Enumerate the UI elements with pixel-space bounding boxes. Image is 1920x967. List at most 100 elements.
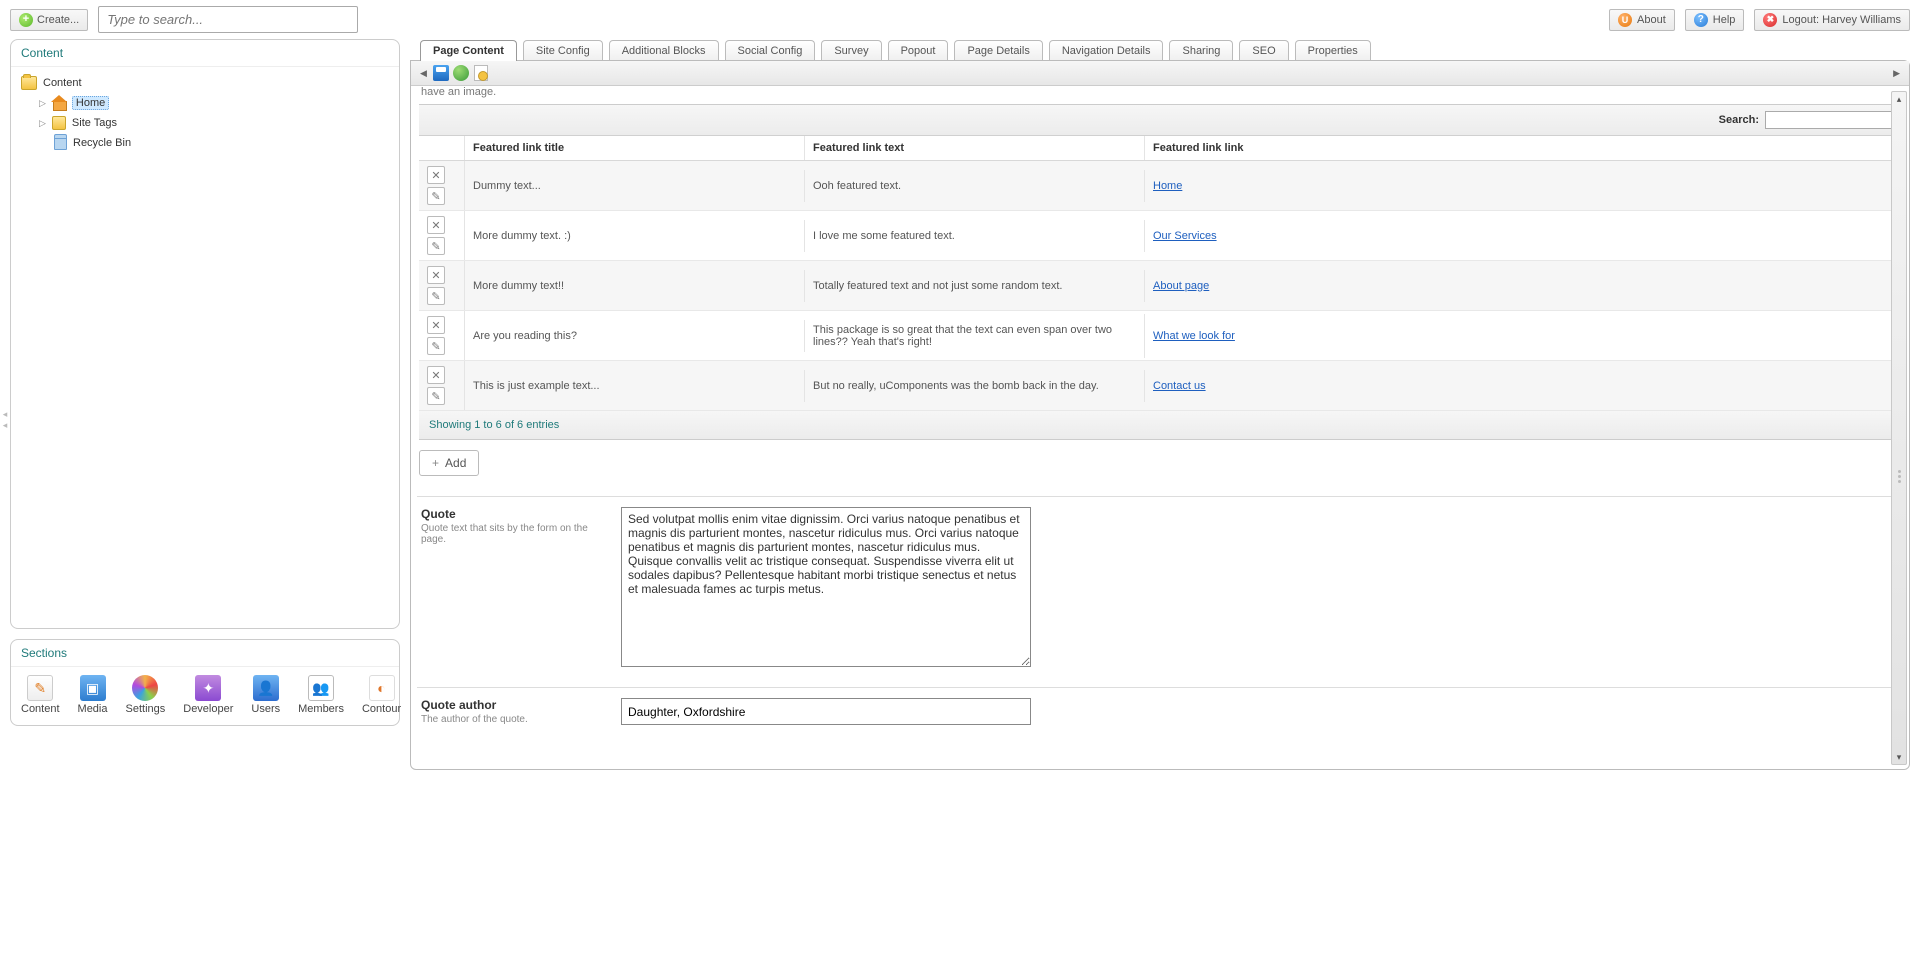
tag-icon: [52, 116, 66, 130]
panel-drag-handle[interactable]: [1889, 441, 1909, 511]
table-row: ✕ ✎ Are you reading this?This package is s…: [419, 311, 1901, 361]
panel-scrollbar[interactable]: ▴ ▾: [1891, 91, 1907, 765]
expand-icon[interactable]: ▷: [39, 118, 46, 129]
save-button[interactable]: [432, 64, 450, 82]
plus-icon: +: [432, 456, 439, 470]
tab-additional-blocks[interactable]: Additional Blocks: [609, 40, 719, 61]
preview-button[interactable]: [472, 64, 490, 82]
help-label: Help: [1713, 14, 1736, 26]
tree-item-sitetags[interactable]: ▷ Site Tags: [15, 113, 395, 133]
plus-icon: +: [19, 13, 33, 27]
tree-item-recyclebin[interactable]: Recycle Bin: [15, 133, 395, 153]
featured-links-grid: Search: Featured link title Featured lin…: [419, 104, 1901, 440]
help-icon: ?: [1694, 13, 1708, 27]
tree-item-home[interactable]: ▷ Home: [15, 93, 395, 113]
tree-root[interactable]: Content: [15, 73, 395, 93]
grid-header: Featured link title Featured link text F…: [419, 136, 1901, 161]
cell-text: I love me some featured text.: [805, 220, 1145, 252]
logout-button[interactable]: ✖ Logout: Harvey Williams: [1754, 9, 1910, 31]
edit-row-button[interactable]: ✎: [427, 387, 445, 405]
cell-text: This package is so great that the text c…: [805, 314, 1145, 358]
section-users[interactable]: 👤Users: [251, 675, 280, 715]
table-row: ✕ ✎ More dummy text. :)I love me some feat…: [419, 211, 1901, 261]
scroll-up-icon[interactable]: ▴: [1891, 91, 1907, 107]
quote-author-desc: The author of the quote.: [421, 714, 601, 725]
featured-link[interactable]: About page: [1153, 280, 1209, 292]
cell-link: Our Services: [1145, 220, 1901, 252]
recycle-bin-icon: [54, 136, 67, 150]
section-media[interactable]: ▣Media: [78, 675, 108, 715]
featured-link[interactable]: What we look for: [1153, 330, 1235, 342]
settings-section-icon: [132, 675, 158, 701]
content-panel-title: Content: [11, 40, 399, 67]
cell-title: More dummy text. :): [465, 220, 805, 252]
delete-row-button[interactable]: ✕: [427, 166, 445, 184]
expand-icon[interactable]: ▷: [39, 98, 46, 109]
create-label: Create...: [37, 14, 79, 26]
quote-field: Quote Quote text that sits by the form o…: [417, 496, 1903, 677]
tree-item-label: Site Tags: [72, 117, 117, 129]
delete-row-button[interactable]: ✕: [427, 216, 445, 234]
page-search-icon: [474, 65, 488, 81]
section-developer[interactable]: ✦Developer: [183, 675, 233, 715]
users-section-icon: 👤: [253, 675, 279, 701]
featured-link[interactable]: Contact us: [1153, 380, 1206, 392]
publish-button[interactable]: [452, 64, 470, 82]
featured-link[interactable]: Our Services: [1153, 230, 1217, 242]
toolbar-scroll-left-icon[interactable]: ◀: [417, 68, 430, 79]
featured-link[interactable]: Home: [1153, 180, 1182, 192]
quote-textarea[interactable]: [621, 507, 1031, 667]
tab-navigation-details[interactable]: Navigation Details: [1049, 40, 1164, 61]
cell-title: Are you reading this?: [465, 320, 805, 352]
delete-row-button[interactable]: ✕: [427, 316, 445, 334]
save-icon: [433, 65, 449, 81]
sections-title: Sections: [11, 640, 399, 667]
help-button[interactable]: ? Help: [1685, 9, 1745, 31]
quote-label: Quote: [421, 507, 601, 521]
about-icon: U: [1618, 13, 1632, 27]
delete-row-button[interactable]: ✕: [427, 366, 445, 384]
section-content[interactable]: ✎ Content: [21, 675, 60, 715]
edit-row-button[interactable]: ✎: [427, 337, 445, 355]
grid-search-input[interactable]: [1765, 111, 1895, 129]
tab-social-config[interactable]: Social Config: [725, 40, 816, 61]
create-button[interactable]: + Create...: [10, 9, 88, 31]
tab-sharing[interactable]: Sharing: [1169, 40, 1233, 61]
toolbar-scroll-right-icon[interactable]: ▶: [1890, 68, 1903, 79]
add-row-button[interactable]: + Add: [419, 450, 479, 476]
tab-page-details[interactable]: Page Details: [954, 40, 1042, 61]
quote-desc: Quote text that sits by the form on the …: [421, 523, 601, 545]
edit-row-button[interactable]: ✎: [427, 287, 445, 305]
global-search-input[interactable]: [98, 6, 358, 33]
delete-row-button[interactable]: ✕: [427, 266, 445, 284]
edit-row-button[interactable]: ✎: [427, 237, 445, 255]
globe-icon: [453, 65, 469, 81]
topbar: + Create... U About ? Help ✖ Logout: Har…: [0, 0, 1920, 39]
section-label: Media: [78, 703, 108, 715]
tab-survey[interactable]: Survey: [821, 40, 881, 61]
scroll-down-icon[interactable]: ▾: [1891, 749, 1907, 765]
cell-link: Contact us: [1145, 370, 1901, 402]
about-label: About: [1637, 14, 1666, 26]
section-label: Content: [21, 703, 60, 715]
col-text[interactable]: Featured link text: [805, 136, 1145, 160]
grid-footer-status: Showing 1 to 6 of 6 entries: [419, 411, 1901, 439]
tab-properties[interactable]: Properties: [1295, 40, 1371, 61]
table-row: ✕✎More dummy text!!Totally featured text…: [419, 261, 1901, 311]
section-contour[interactable]: ◐Contour: [362, 675, 401, 715]
section-settings[interactable]: Settings: [126, 675, 166, 715]
cell-text: But no really, uComponents was the bomb …: [805, 370, 1145, 402]
tab-seo[interactable]: SEO: [1239, 40, 1288, 61]
contour-section-icon: ◐: [369, 675, 395, 701]
about-button[interactable]: U About: [1609, 9, 1675, 31]
quote-author-input[interactable]: [621, 698, 1031, 725]
col-title[interactable]: Featured link title: [465, 136, 805, 160]
tab-popout[interactable]: Popout: [888, 40, 949, 61]
tab-page-content[interactable]: Page Content: [420, 40, 517, 61]
edit-row-button[interactable]: ✎: [427, 187, 445, 205]
section-members[interactable]: 👥Members: [298, 675, 344, 715]
tab-site-config[interactable]: Site Config: [523, 40, 603, 61]
left-collapse-handle[interactable]: ◂◂: [0, 400, 10, 440]
content-section-icon: ✎: [27, 675, 53, 701]
col-link[interactable]: Featured link link: [1145, 136, 1901, 160]
